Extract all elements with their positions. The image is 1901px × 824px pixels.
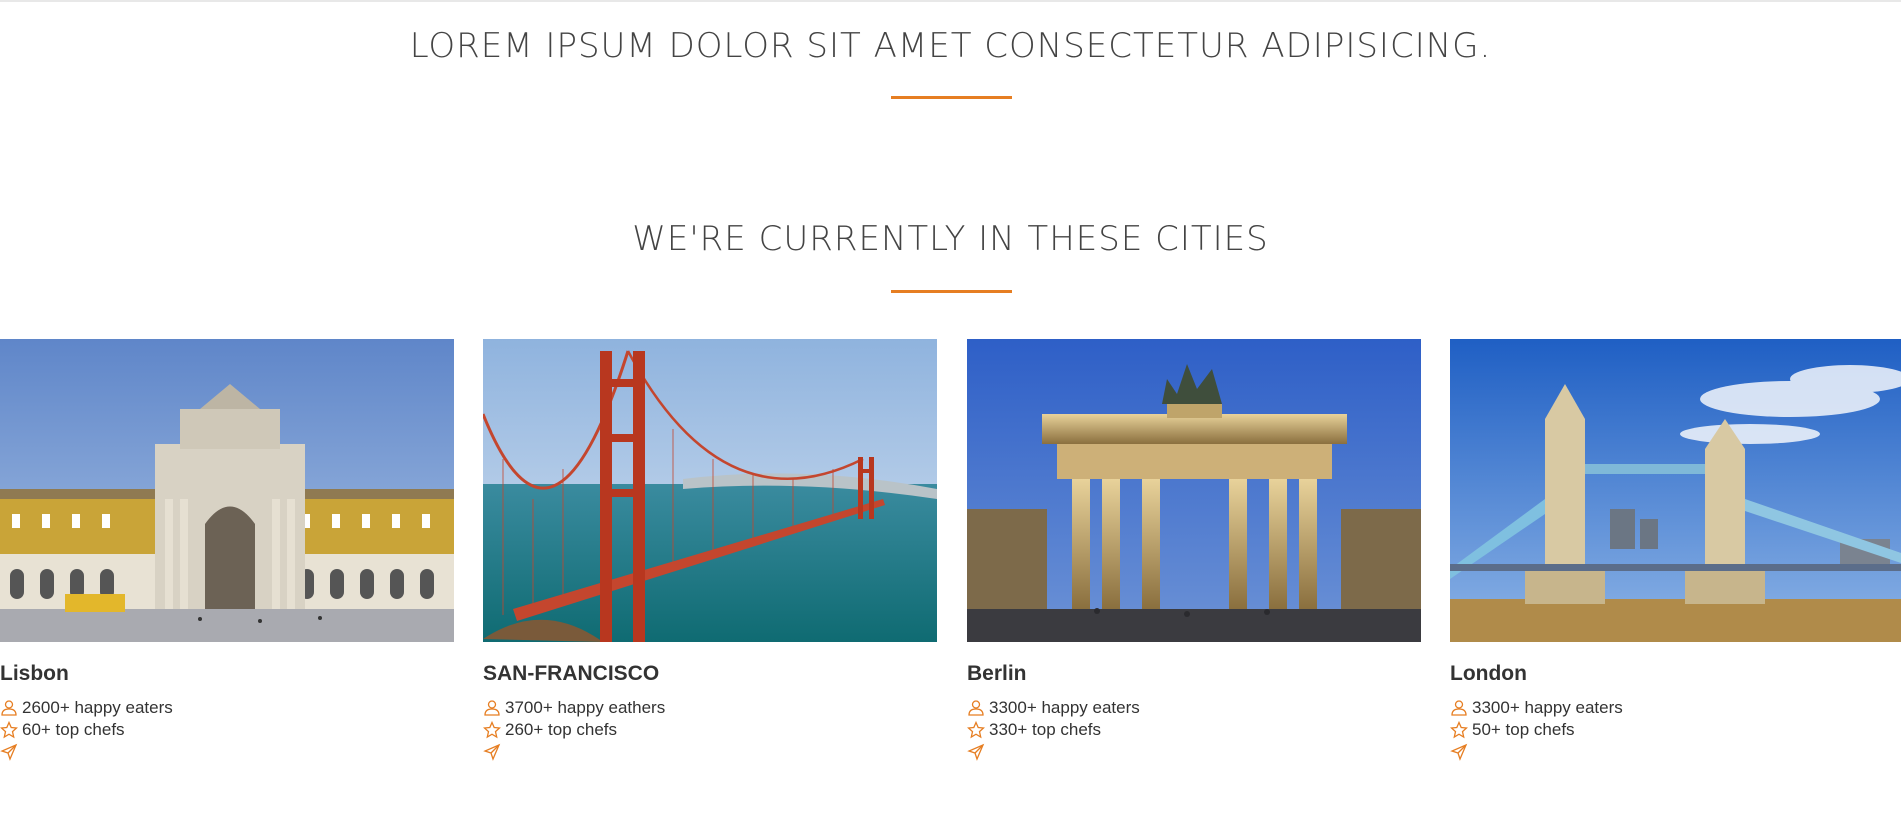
city-photo-lisbon [0, 339, 454, 642]
city-photo-london [1450, 339, 1901, 642]
city-eaters-label: 3300+ happy eaters [989, 698, 1140, 717]
star-icon [967, 721, 985, 739]
city-eaters-label: 3700+ happy eathers [505, 698, 666, 717]
star-icon [483, 721, 501, 739]
tagline-heading: LOREM IPSUM DOLOR SIT AMET CONSECTETUR A… [409, 26, 1492, 66]
send-icon[interactable] [0, 743, 18, 761]
city-chefs-label: 60+ top chefs [22, 720, 125, 739]
city-chefs-label: 50+ top chefs [1472, 720, 1575, 739]
city-name-lisbon: Lisbon [0, 662, 69, 685]
city-send-berlin[interactable] [967, 741, 1421, 763]
city-name-san-francisco: SAN-FRANCISCO [483, 662, 660, 685]
cities-title-accent-line [891, 290, 1012, 293]
person-icon [967, 699, 985, 717]
city-chefs-london: 50+ top chefs [1450, 719, 1901, 741]
send-icon[interactable] [483, 743, 501, 761]
city-card-san-francisco: SAN-FRANCISCO 3700+ happy eathers 260+ t… [483, 339, 937, 763]
top-divider [0, 0, 1901, 2]
send-icon[interactable] [967, 743, 985, 761]
city-chefs-label: 330+ top chefs [989, 720, 1102, 739]
city-photo-san-francisco [483, 339, 937, 642]
star-icon [1450, 721, 1468, 739]
city-eaters-san-francisco: 3700+ happy eathers [483, 697, 937, 719]
city-eaters-berlin: 3300+ happy eaters [967, 697, 1421, 719]
city-send-lisbon[interactable] [0, 741, 454, 763]
star-icon [0, 721, 18, 739]
city-chefs-berlin: 330+ top chefs [967, 719, 1421, 741]
person-icon [0, 699, 18, 717]
person-icon [483, 699, 501, 717]
city-send-london[interactable] [1450, 741, 1901, 763]
city-card-london: London 3300+ happy eaters 50+ top chefs [1450, 339, 1901, 763]
city-card-lisbon: Lisbon 2600+ happy eaters 60+ top chefs [0, 339, 454, 763]
city-chefs-san-francisco: 260+ top chefs [483, 719, 937, 741]
city-chefs-lisbon: 60+ top chefs [0, 719, 454, 741]
city-photo-berlin [967, 339, 1421, 642]
city-name-berlin: Berlin [967, 662, 1027, 685]
tagline-accent-line [891, 96, 1012, 99]
city-eaters-lisbon: 2600+ happy eaters [0, 697, 454, 719]
city-name-london: London [1450, 662, 1527, 685]
cities-section-title: WE'RE CURRENTLY IN THESE CITIES [632, 219, 1269, 259]
city-send-san-francisco[interactable] [483, 741, 937, 763]
city-card-berlin: Berlin 3300+ happy eaters 330+ top chefs [967, 339, 1421, 763]
city-eaters-london: 3300+ happy eaters [1450, 697, 1901, 719]
city-chefs-label: 260+ top chefs [505, 720, 618, 739]
city-eaters-label: 2600+ happy eaters [22, 698, 173, 717]
send-icon[interactable] [1450, 743, 1468, 761]
city-eaters-label: 3300+ happy eaters [1472, 698, 1623, 717]
person-icon [1450, 699, 1468, 717]
